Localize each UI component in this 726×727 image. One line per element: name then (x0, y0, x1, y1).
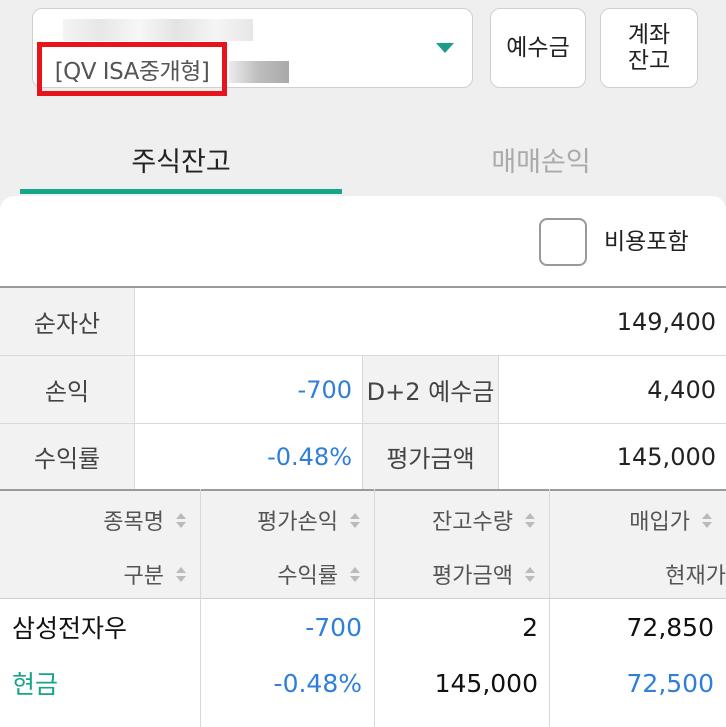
summary-table: 순자산 149,400 손익 -700 D+2 예수금 4,400 수익률 -0… (0, 286, 726, 490)
eval-pnl-cell: -700 (305, 612, 362, 642)
header-eval-amount: 평가금액 (432, 564, 513, 589)
sort-header-return[interactable]: 수익률 (200, 547, 374, 601)
account-balance-button[interactable]: 계좌 잔고 (600, 8, 698, 88)
account-type-highlight: [QV ISA중개형] (37, 42, 227, 96)
pnl-label: 손익 (0, 356, 135, 423)
dropdown-arrow-icon[interactable] (436, 43, 454, 53)
include-fee-label[interactable]: 비용포함 (604, 222, 689, 256)
sort-header-eval-amount[interactable]: 평가금액 (374, 547, 549, 601)
account-select[interactable]: [QV ISA중개형] (32, 8, 473, 96)
sort-header-buy-price[interactable]: 매입가 (549, 493, 726, 547)
buy-price-cell: 72,850 (626, 612, 714, 642)
deposit-button[interactable]: 예수금 (490, 8, 586, 88)
account-number-redacted (63, 19, 253, 41)
sort-icon (350, 512, 360, 528)
category-cell: 현금 (12, 670, 59, 699)
return-label: 수익률 (0, 424, 135, 489)
header-buy-price: 매입가 (629, 510, 690, 535)
header-stock-name: 종목명 (103, 510, 164, 535)
sort-icon (525, 512, 535, 528)
summary-row-return: 수익률 -0.48% 평가금액 145,000 (0, 424, 726, 490)
return-value: -0.48% (135, 424, 363, 489)
d2-deposit-value: 4,400 (647, 375, 716, 404)
header-current-price: 현재가 (665, 564, 726, 589)
net-asset-label: 순자산 (0, 288, 135, 355)
header-return: 수익률 (277, 564, 338, 589)
fee-option-row: 비용포함 (0, 196, 726, 286)
account-type-label: [QV ISA중개형] (54, 59, 210, 85)
tab-stock-balance[interactable]: 주식잔고 (20, 128, 342, 190)
active-tab-indicator (20, 189, 342, 194)
include-fee-checkbox[interactable] (539, 218, 587, 266)
header-quantity: 잔고수량 (432, 510, 513, 535)
sort-header-category[interactable]: 구분 (0, 547, 200, 601)
stock-name[interactable]: 삼성전자우 (12, 599, 200, 655)
sort-icon (176, 566, 186, 582)
quantity-cell: 2 (522, 612, 538, 642)
summary-row-net-asset: 순자산 149,400 (0, 288, 726, 356)
sort-icon (176, 512, 186, 528)
pnl-value: -700 (135, 356, 363, 423)
summary-row-pnl: 손익 -700 D+2 예수금 4,400 (0, 356, 726, 424)
net-asset-value: 149,400 (616, 307, 716, 336)
header-category: 구분 (123, 564, 164, 589)
sort-icon (350, 566, 360, 582)
header-eval-pnl: 평가손익 (257, 510, 338, 535)
tab-trading-pnl[interactable]: 매매손익 (380, 128, 702, 190)
sort-icon (525, 566, 535, 582)
sort-header-eval-pnl[interactable]: 평가손익 (200, 493, 374, 547)
sort-header-name[interactable]: 종목명 (0, 493, 200, 547)
d2-deposit-label: D+2 예수금 (363, 356, 499, 423)
eval-amount-cell: 145,000 (434, 668, 538, 698)
holdings-header: 종목명 평가손익 잔고수량 매입가 구분 수익률 평가금액 현재가 (0, 489, 726, 599)
sort-icon (702, 512, 712, 528)
current-price-cell: 72,500 (626, 668, 714, 698)
return-cell: -0.48% (273, 668, 362, 698)
eval-amount-label: 평가금액 (363, 424, 499, 489)
sort-header-quantity[interactable]: 잔고수량 (374, 493, 549, 547)
account-name-redacted (229, 61, 289, 83)
sort-header-current-price[interactable]: 현재가 (549, 547, 726, 601)
eval-amount-value: 145,000 (616, 442, 716, 471)
